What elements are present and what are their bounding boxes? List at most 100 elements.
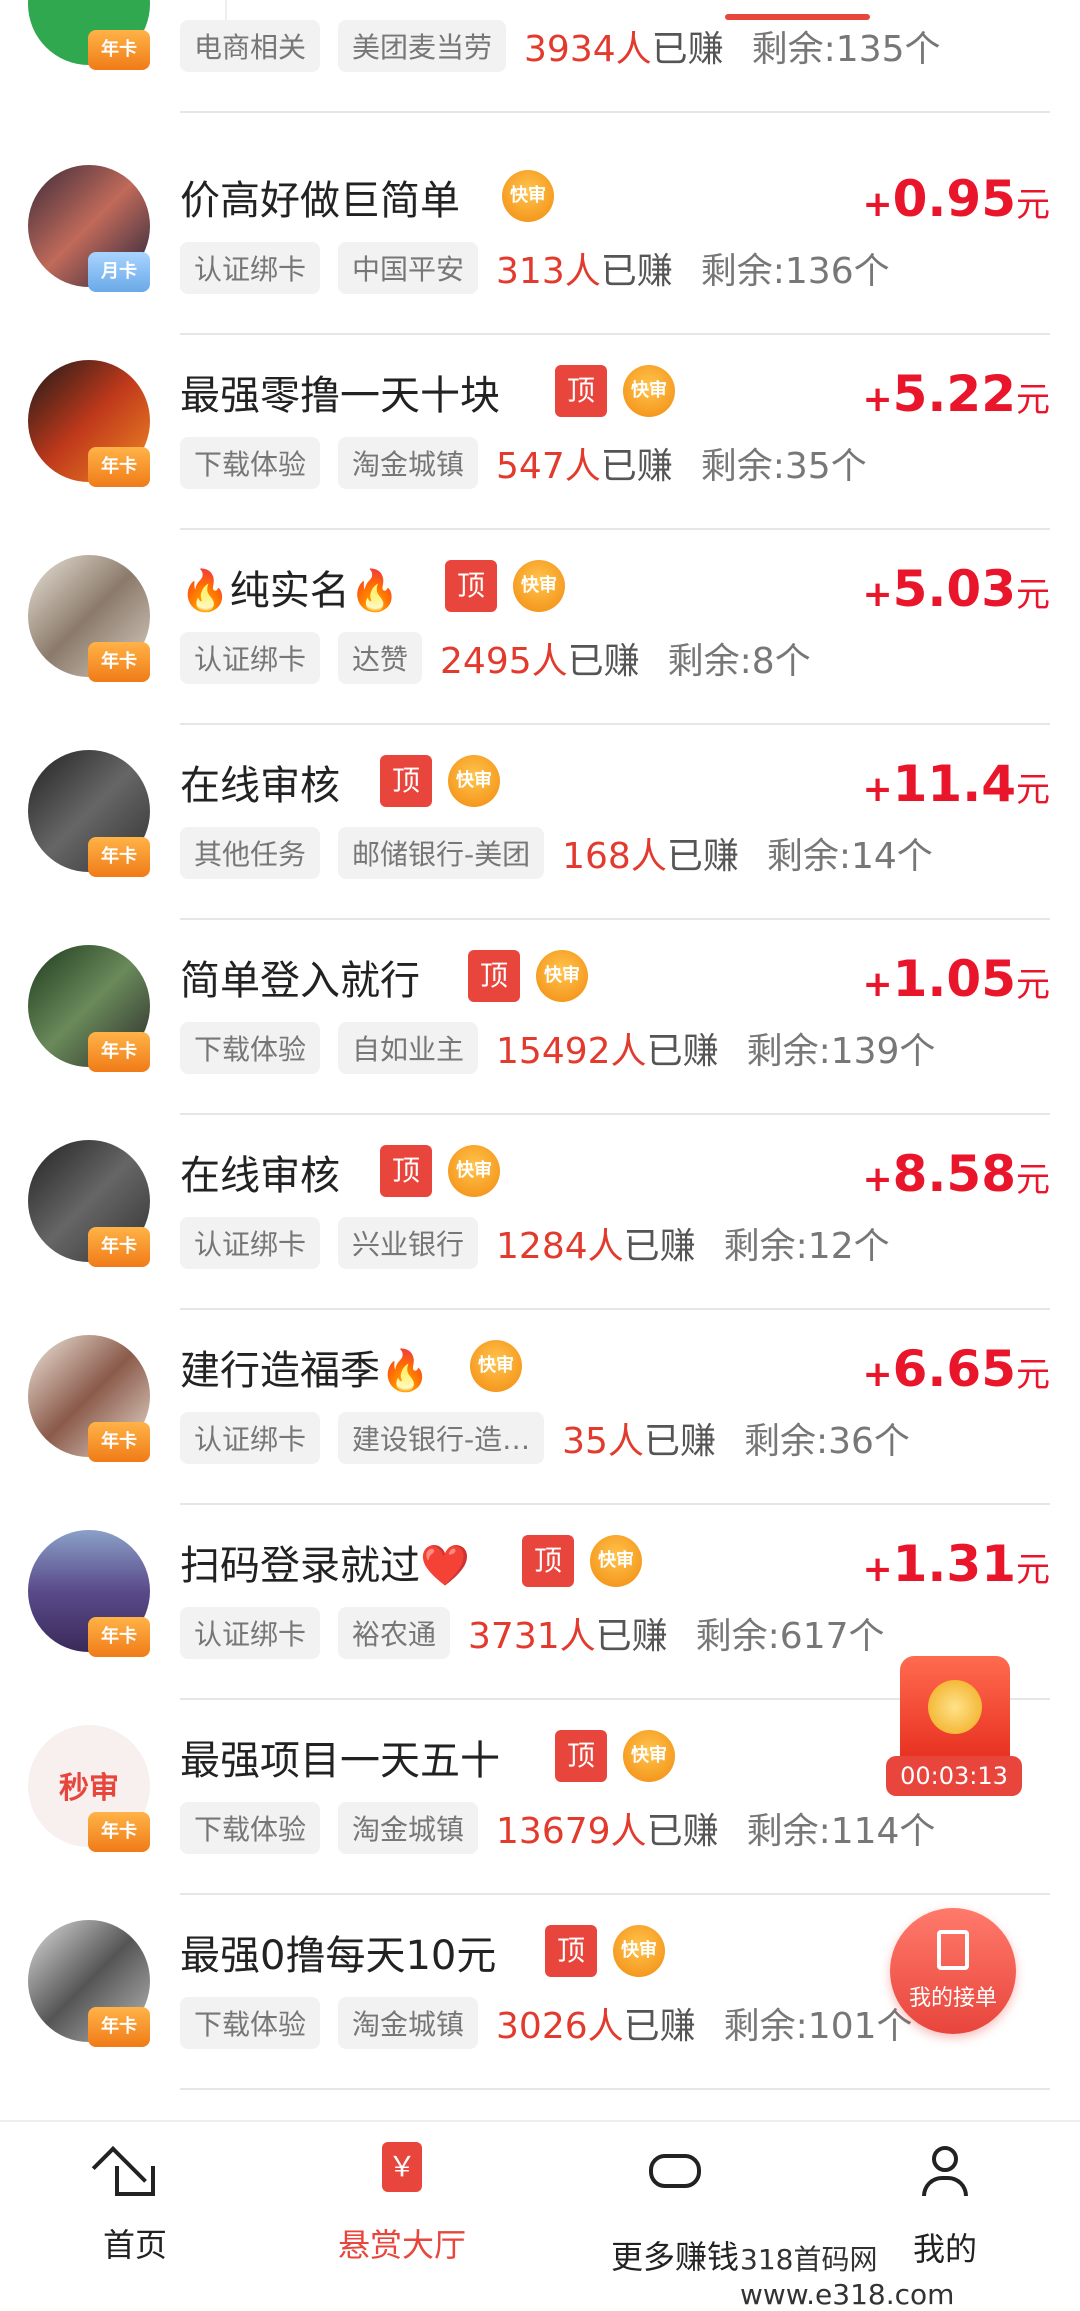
task-category-tag: 认证绑卡 <box>180 1412 321 1464</box>
task-flags: 顶 快审 <box>380 1145 500 1197</box>
card-badge: 年卡 <box>88 1812 150 1852</box>
task-flags: 顶 快审 <box>380 755 500 807</box>
red-packet-button[interactable]: 00:03:13 <box>880 1656 1030 1796</box>
task-category-tag: 认证绑卡 <box>180 632 321 684</box>
earned-count: 2495人已赚 <box>440 641 640 682</box>
task-reward: +1.05元 <box>862 950 1050 1008</box>
task-meta: 下载体验 淘金城镇 3026人已赚 剩余:101个 <box>180 1997 913 2049</box>
fast-review-icon: 快审 <box>470 1340 522 1392</box>
task-meta: 认证绑卡 建设银行-造… 35人已赚 剩余:36个 <box>180 1412 910 1464</box>
my-orders-label: 我的接单 <box>908 1986 997 2011</box>
card-badge: 年卡 <box>88 837 150 877</box>
earned-count: 13679人已赚 <box>496 1811 719 1852</box>
task-reward: +11.4元 <box>862 755 1050 813</box>
remaining-count: 剩余:139个 <box>746 1031 936 1072</box>
task-reward: +0.95元 <box>862 170 1050 228</box>
task-row[interactable]: 年卡 最强零撸一天十块 顶 快审 +5.22元 下载体验 淘金城镇 547人已赚… <box>0 335 1080 530</box>
remaining-count: 剩余:135个 <box>751 29 941 70</box>
task-flags: 顶 快审 <box>445 560 565 612</box>
fast-review-icon: 快审 <box>536 950 588 1002</box>
watermark: 318首码网 www.e318.com <box>740 2243 955 2311</box>
task-title: 最强0撸每天10元 <box>180 1933 497 1979</box>
remaining-count: 剩余:12个 <box>723 1226 890 1267</box>
task-row[interactable]: 年卡 电商相关 美团麦当劳 3934人已赚 剩余:135个 <box>0 0 1080 113</box>
task-reward: +5.03元 <box>862 560 1050 618</box>
task-meta: 认证绑卡 达赞 2495人已赚 剩余:8个 <box>180 632 811 684</box>
fast-review-icon: 快审 <box>513 560 565 612</box>
pinned-top-icon: 顶 <box>445 560 497 612</box>
task-flags: 顶 快审 <box>555 365 675 417</box>
task-app-tag: 中国平安 <box>338 242 479 294</box>
fast-review-icon: 快审 <box>623 1730 675 1782</box>
task-category-tag: 下载体验 <box>180 1997 321 2049</box>
remaining-count: 剩余:136个 <box>700 251 890 292</box>
my-orders-button[interactable]: 我的接单 <box>890 1908 1016 2034</box>
row-divider <box>180 111 1050 113</box>
card-badge: 年卡 <box>88 447 150 487</box>
earned-count: 15492人已赚 <box>496 1031 719 1072</box>
pinned-top-icon: 顶 <box>545 1925 597 1977</box>
task-row[interactable]: 月卡 价高好做巨简单 快审 +0.95元 认证绑卡 中国平安 313人已赚 剩余… <box>0 140 1080 335</box>
home-icon <box>91 2142 165 2202</box>
card-badge: 年卡 <box>88 1422 150 1462</box>
tab-reward-hall[interactable]: ￥ 悬赏大厅 <box>302 2142 502 2266</box>
coin-icon <box>928 1680 982 1734</box>
task-category-tag: 其他任务 <box>180 827 321 879</box>
gamepad-icon <box>645 2154 705 2214</box>
task-meta: 其他任务 邮储银行-美团 168人已赚 剩余:14个 <box>180 827 933 879</box>
task-category-tag: 下载体验 <box>180 437 321 489</box>
fast-review-icon: 快审 <box>448 755 500 807</box>
fast-review-icon: 快审 <box>613 1925 665 1977</box>
task-flags: 快审 <box>470 1340 522 1392</box>
task-row[interactable]: 年卡 在线审核 顶 快审 +11.4元 其他任务 邮储银行-美团 168人已赚 … <box>0 725 1080 920</box>
task-category-tag: 下载体验 <box>180 1802 321 1854</box>
task-flags: 顶 快审 <box>545 1925 665 1977</box>
task-reward: +6.65元 <box>862 1340 1050 1398</box>
task-app-tag: 建设银行-造… <box>338 1412 545 1464</box>
task-category-tag: 下载体验 <box>180 1022 321 1074</box>
task-app-tag: 淘金城镇 <box>338 437 479 489</box>
earned-count: 35人已赚 <box>562 1421 716 1462</box>
task-app-tag: 自如业主 <box>338 1022 479 1074</box>
task-meta: 下载体验 淘金城镇 547人已赚 剩余:35个 <box>180 437 867 489</box>
task-category-tag: 认证绑卡 <box>180 1217 321 1269</box>
fast-review-icon: 快审 <box>623 365 675 417</box>
task-flags: 顶 快审 <box>555 1730 675 1782</box>
document-icon <box>937 1930 969 1970</box>
task-app-tag: 淘金城镇 <box>338 1802 479 1854</box>
task-category-tag: 认证绑卡 <box>180 242 321 294</box>
earned-count: 3934人已赚 <box>524 29 724 70</box>
card-badge: 月卡 <box>88 252 150 292</box>
earned-count: 168人已赚 <box>562 836 739 877</box>
task-reward: +8.58元 <box>862 1145 1050 1203</box>
task-title: 最强零撸一天十块 <box>180 373 500 419</box>
earned-count: 3026人已赚 <box>496 2006 696 2047</box>
task-app-tag: 达赞 <box>338 632 423 684</box>
task-flags: 顶 快审 <box>522 1535 642 1587</box>
fast-review-icon: 快审 <box>448 1145 500 1197</box>
pinned-top-icon: 顶 <box>555 1730 607 1782</box>
task-meta: 认证绑卡 中国平安 313人已赚 剩余:136个 <box>180 242 890 294</box>
remaining-count: 剩余:36个 <box>743 1421 910 1462</box>
task-title: 🔥纯实名🔥 <box>180 568 400 614</box>
pinned-top-icon: 顶 <box>522 1535 574 1587</box>
task-app-tag: 淘金城镇 <box>338 1997 479 2049</box>
task-title: 在线审核 <box>180 1153 340 1199</box>
task-row[interactable]: 年卡 简单登入就行 顶 快审 +1.05元 下载体验 自如业主 15492人已赚… <box>0 920 1080 1115</box>
task-row[interactable]: 年卡 🔥纯实名🔥 顶 快审 +5.03元 认证绑卡 达赞 2495人已赚 剩余:… <box>0 530 1080 725</box>
reward-hall-icon: ￥ <box>372 2142 432 2202</box>
pinned-top-icon: 顶 <box>555 365 607 417</box>
countdown-timer: 00:03:13 <box>886 1756 1022 1796</box>
fast-review-icon: 快审 <box>590 1535 642 1587</box>
task-row[interactable]: 年卡 建行造福季🔥 快审 +6.65元 认证绑卡 建设银行-造… 35人已赚 剩… <box>0 1310 1080 1505</box>
task-meta: 下载体验 淘金城镇 13679人已赚 剩余:114个 <box>180 1802 935 1854</box>
avatar-label: 秒审 <box>59 1771 119 1806</box>
task-title: 简单登入就行 <box>180 958 420 1004</box>
task-app-tag: 邮储银行-美团 <box>338 827 545 879</box>
remaining-count: 剩余:14个 <box>766 836 933 877</box>
task-title: 价高好做巨简单 <box>180 178 460 224</box>
pinned-top-icon: 顶 <box>468 950 520 1002</box>
remaining-count: 剩余:114个 <box>746 1811 936 1852</box>
task-row[interactable]: 年卡 在线审核 顶 快审 +8.58元 认证绑卡 兴业银行 1284人已赚 剩余… <box>0 1115 1080 1310</box>
tab-home[interactable]: 首页 <box>35 2142 235 2266</box>
